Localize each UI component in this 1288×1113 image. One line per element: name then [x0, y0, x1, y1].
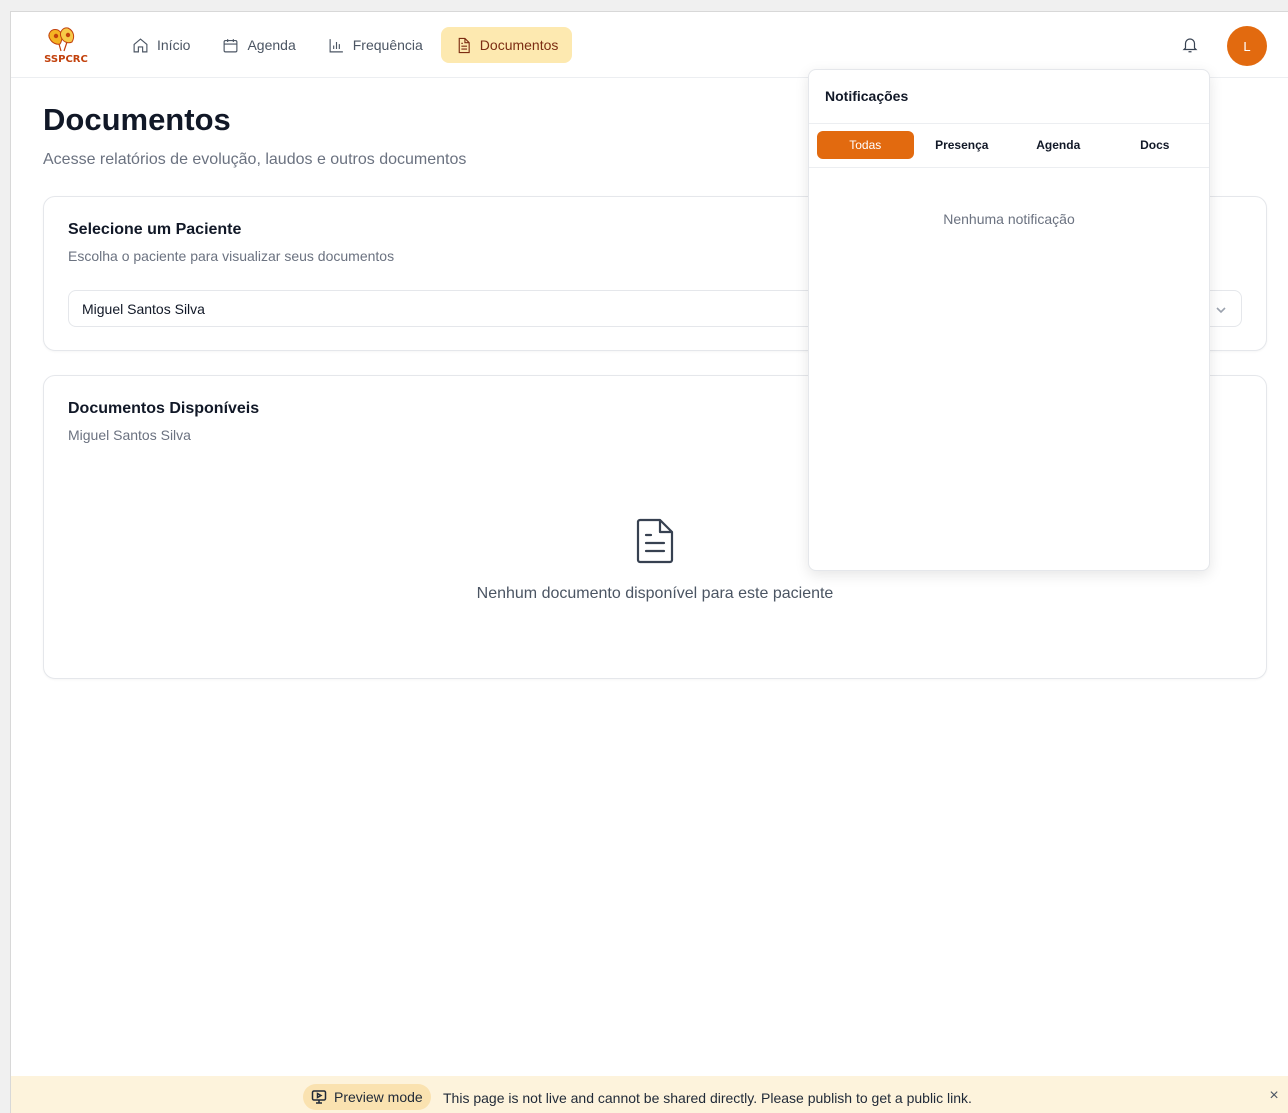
nav-item-inicio[interactable]: Início [118, 27, 204, 63]
logo-icon: SSPCRC [44, 27, 88, 65]
card-subtitle: Miguel Santos Silva [68, 427, 191, 443]
selected-patient: Miguel Santos Silva [82, 300, 205, 317]
nav-label: Agenda [247, 37, 296, 53]
tab-docs[interactable]: Docs [1107, 131, 1204, 159]
calendar-icon [224, 38, 238, 52]
preview-message: This page is not live and cannot be shar… [443, 1090, 972, 1106]
empty-documents-message: Nenhum documento disponível para este pa… [476, 585, 834, 602]
bar-chart-icon [329, 38, 343, 52]
nav-item-agenda[interactable]: Agenda [208, 27, 309, 63]
card-subtitle: Escolha o paciente para visualizar seus … [68, 248, 395, 264]
nav-label: Documentos [479, 37, 559, 53]
nav-item-documentos[interactable]: Documentos [440, 27, 573, 63]
tab-presenca[interactable]: Presença [914, 131, 1011, 159]
home-icon [133, 37, 148, 52]
nav-label: Frequência [352, 37, 423, 53]
app-window: SSPCRC Início Agenda Frequência Document… [10, 11, 1288, 1113]
bell-icon [1182, 38, 1198, 53]
preview-badge-label: Preview mode [334, 1089, 423, 1105]
popover-title: Notificações [825, 88, 909, 104]
avatar-initial: L [1243, 38, 1251, 54]
nav-label: Início [157, 37, 191, 53]
file-text-icon [458, 37, 470, 53]
preview-mode-badge: Preview mode [303, 1084, 431, 1110]
tab-todas[interactable]: Todas [817, 131, 914, 159]
empty-notifications-message: Nenhuma notificação [943, 211, 1075, 227]
chevron-down-icon [1215, 303, 1227, 315]
logo[interactable]: SSPCRC [41, 24, 91, 66]
notifications-popover: Notificações Todas Presença Agenda Docs … [808, 69, 1210, 571]
close-icon[interactable]: × [1267, 1088, 1281, 1104]
divider [809, 123, 1209, 124]
card-title: Documentos Disponíveis [68, 400, 260, 417]
notification-tabs: Todas Presença Agenda Docs [817, 131, 1203, 159]
avatar[interactable]: L [1227, 26, 1267, 66]
notifications-button[interactable] [1181, 36, 1201, 56]
tab-agenda[interactable]: Agenda [1010, 131, 1107, 159]
page-subtitle: Acesse relatórios de evolução, laudos e … [43, 151, 467, 168]
main-nav: Início Agenda Frequência Documentos [118, 27, 573, 63]
monitor-play-icon [311, 1090, 327, 1104]
file-text-icon [634, 517, 676, 565]
page-title: Documentos [43, 102, 231, 137]
divider [809, 167, 1209, 168]
preview-banner: Preview mode This page is not live and c… [11, 1076, 1288, 1113]
card-title: Selecione um Paciente [68, 221, 242, 238]
svg-text:SSPCRC: SSPCRC [44, 54, 88, 65]
nav-item-frequencia[interactable]: Frequência [314, 27, 437, 63]
